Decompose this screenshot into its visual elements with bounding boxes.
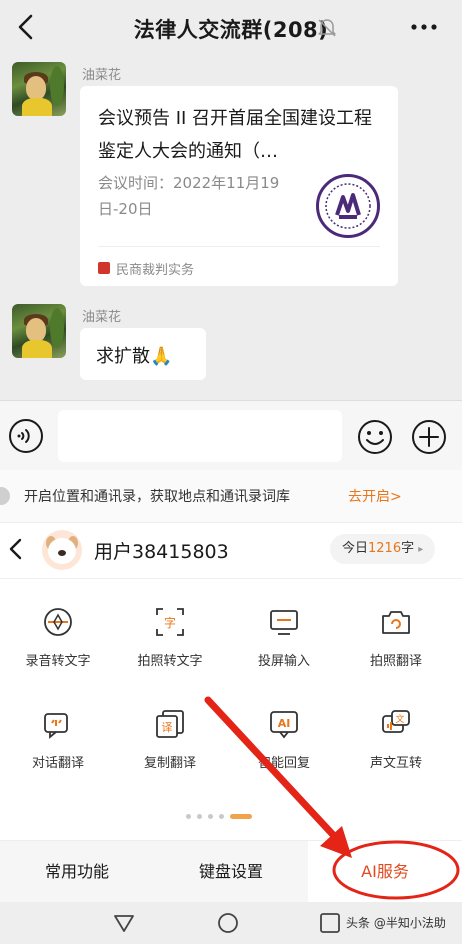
screen-cast-input-icon (270, 610, 298, 635)
tool-label: 拍照翻译 (369, 654, 422, 669)
svg-text:译: 译 (162, 721, 173, 734)
chat-header: 法律人交流群(208) (0, 0, 462, 56)
page-dot (208, 814, 213, 819)
tool-label: 拍照转文字 (137, 654, 203, 669)
tool-screen-cast-input[interactable]: 投屏输入 (234, 588, 334, 678)
copy-translate-icon: 译 (156, 710, 184, 738)
source-logo-icon (98, 262, 110, 274)
tool-ai-reply[interactable]: AI 智能回复 (234, 690, 334, 780)
article-description: 会议时间：2022年11月19日-20日 (98, 174, 280, 218)
ai-reply-icon: AI (270, 711, 298, 739)
sender-name: 油菜花 (82, 310, 122, 325)
tool-copy-translate[interactable]: 译 复制翻译 (120, 690, 220, 780)
tool-label: 声文互转 (369, 756, 422, 771)
tool-photo-to-text[interactable]: 字 拍照转文字 (120, 588, 220, 678)
watermark-text: 头条 @半知小法助 (346, 916, 446, 930)
tab-ai-service[interactable]: AI服务 (308, 841, 462, 903)
today-count: 1216 (368, 541, 402, 556)
recents-square-icon[interactable] (318, 912, 342, 934)
emblem-icon (325, 183, 371, 229)
emoji-icon[interactable] (356, 418, 394, 456)
today-word-count[interactable]: 今日1216字 ▸ (330, 534, 436, 564)
message-input[interactable] (58, 410, 342, 462)
plus-icon[interactable] (410, 418, 448, 456)
input-bar (0, 400, 462, 471)
system-nav-bar: 头条 @半知小法助 (0, 902, 462, 944)
photo-to-text-icon: 字 (156, 608, 184, 636)
tab-common-functions[interactable]: 常用功能 (0, 841, 154, 903)
tool-photo-translate[interactable]: 拍照翻译 (346, 588, 446, 678)
dialogue-translate-icon (44, 713, 68, 739)
chevron-right-icon: ▸ (418, 544, 424, 555)
message-text: 求扩散🙏 (96, 346, 173, 367)
more-dots-icon[interactable] (404, 10, 444, 44)
sender-avatar[interactable] (12, 62, 66, 116)
card-divider (98, 246, 380, 247)
tip-indicator (0, 487, 10, 505)
tool-voice-text-convert[interactable]: 文 声文互转 (346, 690, 446, 780)
permission-tip-bar: 开启位置和通讯录，获取地点和通讯录词库 去开启> (0, 470, 462, 523)
svg-text:字: 字 (164, 615, 176, 630)
tool-label: 对话翻译 (31, 756, 84, 771)
today-suffix: 字 (401, 541, 415, 556)
bell-muted-icon (318, 19, 336, 37)
svg-text:文: 文 (395, 713, 404, 725)
ime-username: 用户38415803 (94, 541, 229, 563)
tool-dialogue-translate[interactable]: 对话翻译 (8, 690, 108, 780)
page-dot (186, 814, 191, 819)
chevron-left-icon[interactable] (4, 532, 28, 566)
chat-title: 法律人交流群(208) (133, 18, 329, 42)
voice-icon[interactable] (8, 418, 44, 454)
article-title: 会议预告 II 召开首届全国建设工程鉴定人大会的通知（… (98, 108, 373, 162)
page-dot-active (230, 814, 252, 819)
photo-translate-icon (382, 611, 410, 634)
ime-bottom-tabs: 常用功能 键盘设置 AI服务 (0, 840, 462, 903)
enable-permission-link[interactable]: 去开启> (348, 486, 402, 506)
today-prefix: 今日 (342, 541, 369, 556)
tool-label: 投屏输入 (257, 654, 310, 669)
sender-name: 油菜花 (82, 68, 122, 83)
tool-label: 复制翻译 (143, 756, 196, 771)
article-card[interactable]: 会议预告 II 召开首届全国建设工程鉴定人大会的通知（… 会议时间：2022年1… (80, 86, 398, 286)
article-thumbnail (316, 174, 380, 238)
text-message[interactable]: 求扩散🙏 (80, 328, 206, 380)
tool-label: 智能回复 (257, 756, 310, 771)
tab-keyboard-settings[interactable]: 键盘设置 (154, 841, 308, 903)
page-dot (219, 814, 224, 819)
ime-user-row: 用户38415803 今日1216字 ▸ (0, 522, 462, 579)
page-dot (197, 814, 202, 819)
record-to-text-icon (44, 608, 72, 636)
permission-tip-text: 开启位置和通讯录，获取地点和通讯录词库 (24, 489, 290, 505)
tool-label: 录音转文字 (25, 654, 91, 669)
home-circle-icon[interactable] (216, 912, 240, 934)
voice-text-convert-icon: 文 (382, 710, 410, 733)
ime-user-avatar[interactable] (42, 530, 82, 570)
svg-text:AI: AI (278, 717, 291, 730)
sender-avatar[interactable] (12, 304, 66, 358)
article-source: 民商裁判实务 (116, 263, 195, 278)
ime-keyboard-panel: 开启位置和通讯录，获取地点和通讯录词库 去开启> 用户38415803 今日12… (0, 470, 462, 944)
tool-record-to-text[interactable]: 录音转文字 (8, 588, 108, 678)
back-triangle-icon[interactable] (112, 912, 136, 934)
